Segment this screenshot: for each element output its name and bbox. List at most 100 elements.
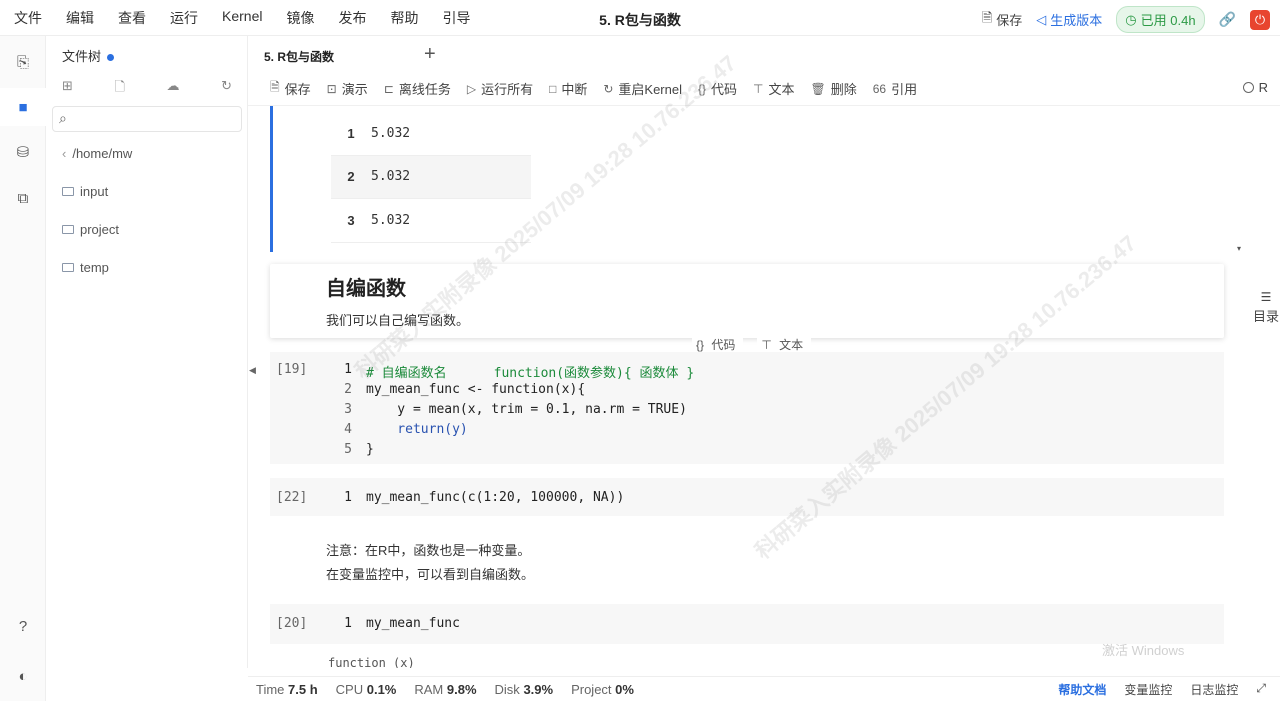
menu-run[interactable]: 运行 — [170, 8, 198, 28]
variable-monitor-tab[interactable]: 变量监控 — [1124, 681, 1172, 698]
file-tree-title-text: 文件树 — [62, 49, 102, 64]
collapse-cell-icon[interactable]: ◀ — [249, 365, 256, 376]
new-folder-icon[interactable]: ⊞ — [62, 78, 73, 100]
activity-rail: ⎘ ■ ⛁ ⧉ ? ◐ — [0, 36, 46, 701]
line-number: 1 — [344, 490, 352, 505]
present-button[interactable]: ⊡ 演示 — [327, 79, 368, 98]
folder-icon — [62, 187, 74, 196]
offline-task-button[interactable]: ⊏ 离线任务 — [384, 79, 451, 98]
stat-label: CPU — [335, 681, 364, 697]
usage-badge[interactable]: ◷ 已用 0.4h — [1116, 6, 1205, 33]
toolbar-save-button[interactable]: 🗎 保存 — [270, 78, 311, 99]
menu-image[interactable]: 镜像 — [286, 8, 314, 28]
code-label: 代码 — [711, 82, 738, 97]
stop-icon: □ — [549, 81, 557, 96]
path-breadcrumb[interactable]: ‹ /home/mw — [62, 146, 132, 161]
project-stat: Project 0% — [571, 682, 634, 697]
save-button[interactable]: 🗎 保存 — [982, 9, 1022, 31]
note-markdown-cell[interactable]: 注意：在R中，函数也是一种变量。 在变量监控中，可以看到自编函数。 — [270, 526, 1224, 594]
restart-kernel-button[interactable]: ↻ 重启Kernel — [603, 79, 682, 98]
status-panels: 帮助文档 变量监控 日志监控 ⤢ — [1058, 681, 1266, 698]
menu-file[interactable]: 文件 — [14, 8, 42, 28]
execution-count: [22] — [276, 490, 308, 505]
toc-button[interactable]: ☰ 目录 — [1252, 290, 1280, 325]
search-icon: ⌕ — [59, 110, 67, 126]
code-cell-20[interactable]: [20] 1 my_mean_func — [270, 604, 1224, 644]
offline-icon: ⊏ — [383, 81, 394, 96]
row-index: 3 — [347, 212, 355, 228]
menu-publish[interactable]: 发布 — [338, 8, 366, 28]
theme-toggle-icon[interactable]: ◐ — [13, 666, 33, 686]
usage-label: 已用 0.4h — [1140, 13, 1196, 28]
line-number: 1 — [344, 616, 352, 631]
new-file-icon[interactable]: 🗋 — [114, 78, 124, 100]
output-cell[interactable]: 1 5.032 2 5.032 3 5.032 ▾ — [270, 106, 1241, 253]
log-monitor-tab[interactable]: 日志监控 — [1190, 681, 1238, 698]
interrupt-button[interactable]: □ 中断 — [549, 79, 587, 98]
file-search-input[interactable]: ⌕ — [52, 106, 242, 132]
row-value: 5.032 — [371, 212, 411, 228]
upload-icon[interactable]: ☁ — [167, 78, 180, 100]
play-icon: ▷ — [466, 81, 477, 96]
file-tree-panel: 文件树 ⊞ 🗋 ☁ ↻ ⌕ ‹ /home/mw input project te… — [46, 36, 248, 668]
restart-icon: ↻ — [603, 81, 614, 96]
tree-item-input[interactable]: input — [62, 184, 108, 199]
stat-value: 0.1% — [366, 681, 397, 697]
toc-label: 目录 — [1252, 309, 1279, 324]
menu-view[interactable]: 查看 — [118, 8, 146, 28]
cite-label: 引用 — [891, 82, 918, 97]
line-number: 5 — [344, 442, 352, 457]
link-icon[interactable]: 🔗 — [1219, 11, 1236, 28]
quote-icon: 66 — [872, 81, 887, 96]
menu-guide[interactable]: 引导 — [442, 8, 470, 28]
file-tree-tools: ⊞ 🗋 ☁ ↻ — [62, 78, 232, 100]
row-index: 1 — [347, 125, 355, 141]
code-cell-button[interactable]: {} 代码 — [698, 79, 737, 98]
database-icon[interactable]: ⛁ — [13, 142, 33, 162]
cpu-stat: CPU 0.1% — [336, 682, 397, 697]
code-cell-19[interactable]: [19] 1 # 自编函数名 function(函数参数){ 函数体 } 2 m… — [270, 352, 1224, 464]
tree-item-project[interactable]: project — [62, 222, 119, 237]
cell-output-text: function (x) — [328, 656, 415, 668]
markdown-cell[interactable]: 自编函数 我们可以自己编写函数。 — [270, 264, 1224, 338]
folder-icon[interactable]: ■ — [13, 97, 33, 117]
menu-edit[interactable]: 编辑 — [66, 8, 94, 28]
help-docs-tab[interactable]: 帮助文档 — [1058, 681, 1106, 698]
add-tab-button[interactable]: + — [424, 43, 436, 66]
delete-cell-button[interactable]: 🗑 删除 — [811, 79, 857, 98]
code-line: return(y) — [366, 422, 468, 437]
scroll-down-icon[interactable]: ▾ — [1237, 244, 1241, 253]
inbox-icon[interactable]: ⎘ — [13, 52, 33, 72]
code-cell-22[interactable]: [22] 1 my_mean_func(c(1:20, 100000, NA)) — [270, 478, 1224, 516]
kernel-status[interactable]: R — [1242, 80, 1268, 95]
row-value: 5.032 — [371, 125, 411, 141]
code-line: y = mean(x, trim = 0.1, na.rm = TRUE) — [366, 402, 687, 417]
braces-icon: {} — [698, 81, 707, 96]
file-tree-title: 文件树 — [62, 46, 115, 65]
text-label: 文本 — [768, 82, 795, 97]
row-value: 5.032 — [371, 169, 411, 185]
present-icon: ⊡ — [326, 81, 337, 96]
section-text: 我们可以自己编写函数。 — [326, 313, 470, 328]
ram-stat: RAM 9.8% — [414, 682, 476, 697]
code-panel-icon[interactable]: ⧉ — [13, 188, 33, 208]
table-row: 2 5.032 — [331, 155, 531, 199]
generate-version-button[interactable]: ◁ 生成版本 — [1036, 10, 1102, 29]
run-all-button[interactable]: ▷ 运行所有 — [467, 79, 533, 98]
notebook-tabbar: 5. R包与函数 + — [248, 40, 1280, 72]
help-icon[interactable]: ? — [13, 616, 33, 636]
run-all-label: 运行所有 — [481, 82, 534, 97]
refresh-icon[interactable]: ↻ — [221, 78, 232, 100]
menu-kernel[interactable]: Kernel — [222, 8, 262, 28]
power-button[interactable]: ⏻ — [1250, 9, 1270, 30]
text-cell-button[interactable]: ⊤ 文本 — [753, 79, 794, 98]
fullscreen-icon[interactable]: ⤢ — [1256, 681, 1266, 698]
chevron-left-icon: ‹ — [62, 146, 67, 161]
tab-notebook[interactable]: 5. R包与函数 — [256, 40, 416, 72]
table-row: 3 5.032 — [331, 199, 531, 243]
tree-item-temp[interactable]: temp — [62, 260, 109, 275]
table-row: 1 5.032 — [331, 112, 531, 156]
cite-button[interactable]: 66 引用 — [873, 79, 917, 98]
menu-help[interactable]: 帮助 — [390, 8, 418, 28]
document-title: 5. R包与函数 — [599, 12, 681, 28]
